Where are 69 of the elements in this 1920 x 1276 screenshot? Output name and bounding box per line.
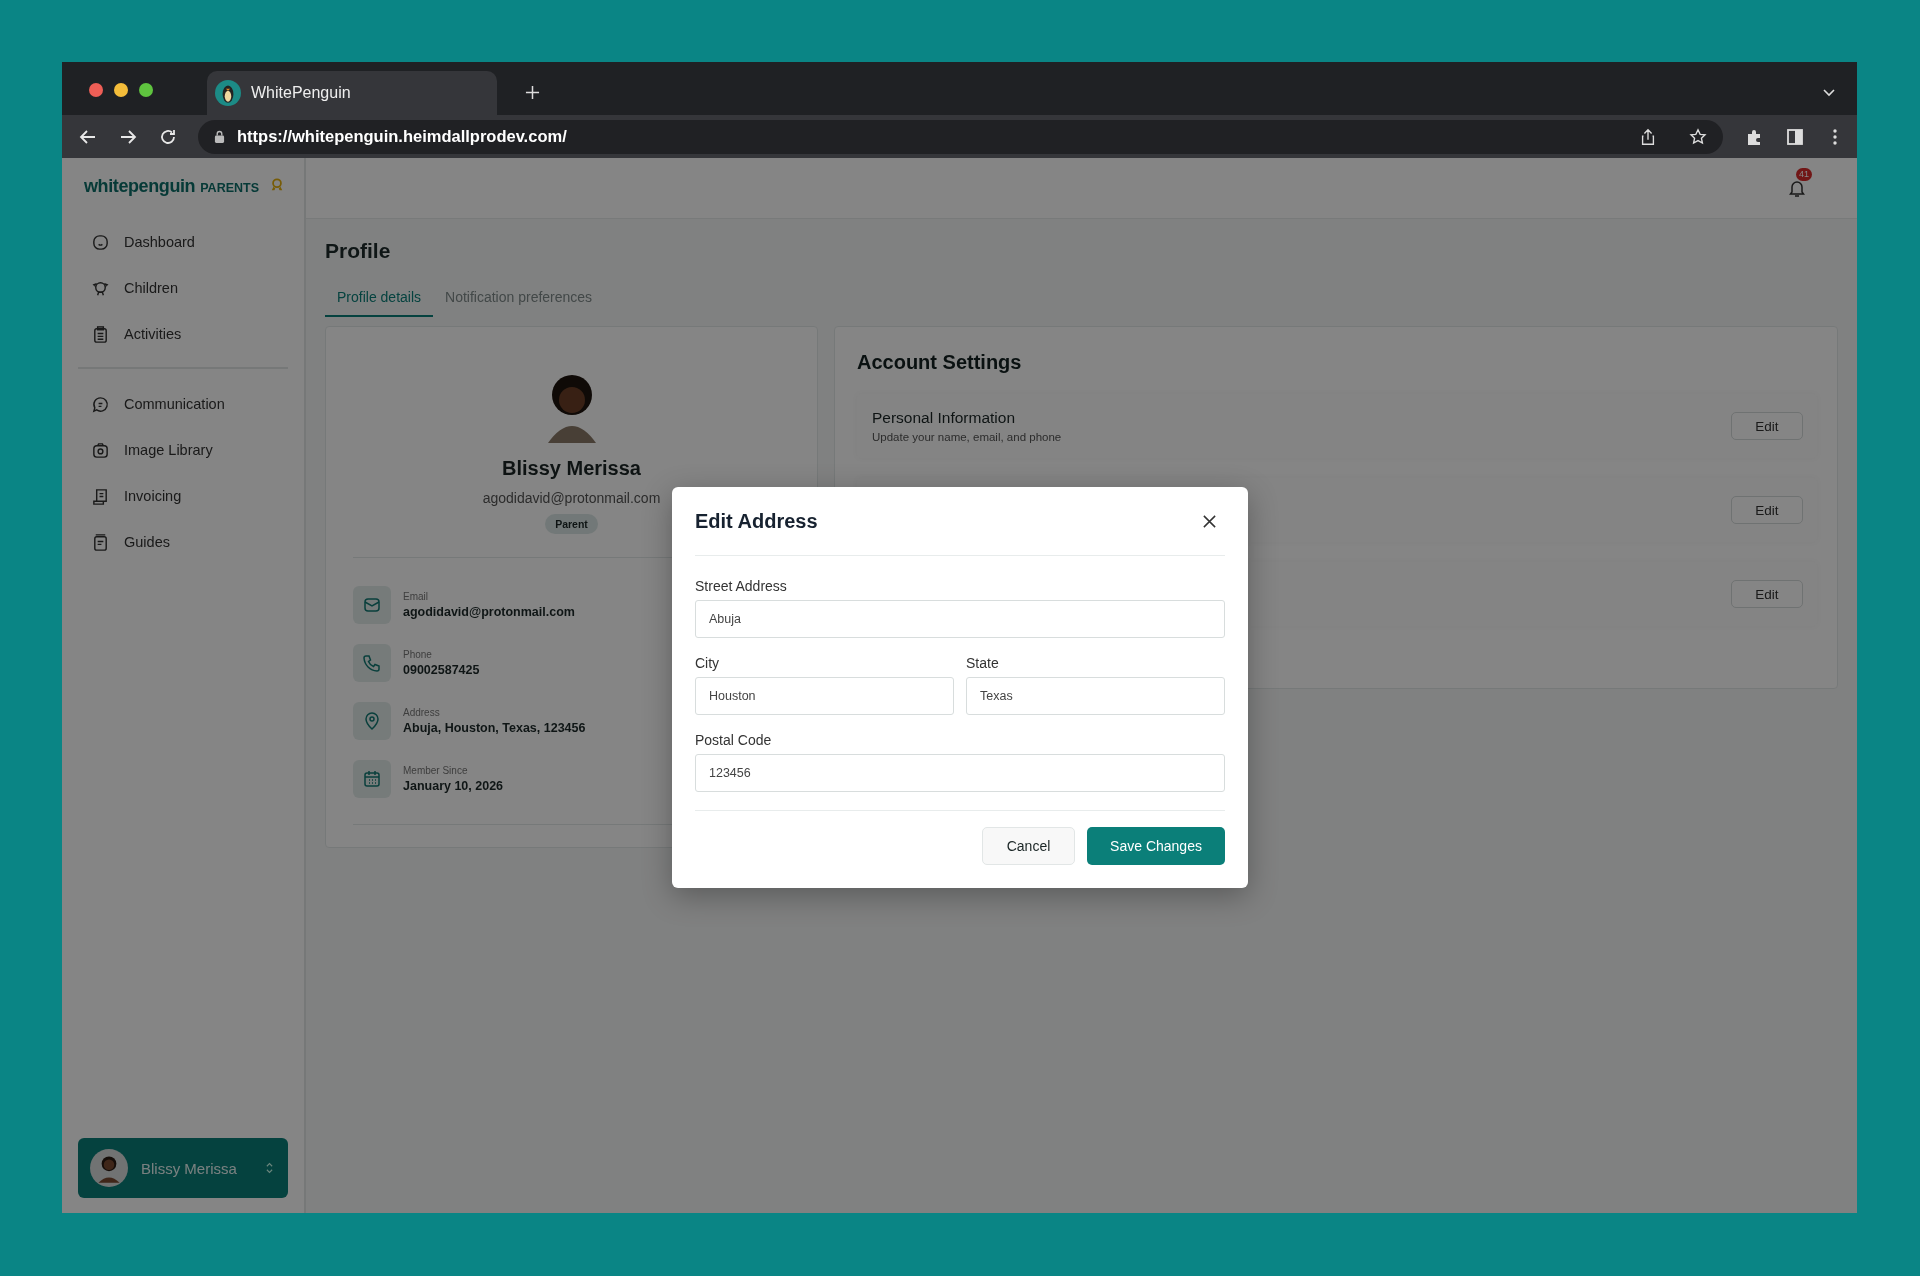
nav-item[interactable]: Invoicing [78, 473, 288, 519]
field-label: Street Address [695, 578, 788, 594]
nav-item[interactable]: Image Library [78, 427, 288, 473]
envelope-icon [353, 586, 391, 624]
detail-value: Abuja, Houston, Texas, 123456 [403, 721, 586, 735]
nav-item[interactable]: Dashboard [78, 219, 288, 265]
address-bar[interactable]: https://whitepenguin.heimdallprodev.com/ [198, 119, 1723, 154]
star-icon[interactable] [1689, 127, 1707, 146]
input-field[interactable]: 123456 [695, 754, 1225, 792]
minimize-window-icon[interactable] [114, 83, 128, 97]
detail-value: January 10, 2026 [403, 779, 504, 793]
clipboard-icon [91, 324, 110, 344]
settings-subtitle: Update your name, email, and phone [872, 431, 1063, 443]
notification-count: 41 [1796, 168, 1812, 181]
profile-email: agodidavid@protonmail.com [482, 490, 661, 506]
section-title: Account Settings [857, 351, 1023, 374]
role-badge: Parent [545, 514, 598, 534]
tab[interactable]: Notification preferences [433, 281, 605, 317]
dialog-title: Edit Address [695, 509, 818, 533]
nav-item[interactable]: Communication [78, 381, 288, 427]
detail-value: 09002587425 [403, 663, 480, 677]
url-text: https://whitepenguin.heimdallprodev.com/ [237, 127, 567, 146]
medal-icon [270, 178, 284, 192]
detail-value: agodidavid@protonmail.com [403, 605, 575, 619]
input-field[interactable]: Texas [966, 677, 1225, 715]
face-icon [91, 232, 110, 252]
side-panel-icon[interactable] [1785, 126, 1805, 147]
save-button[interactable]: Save Changes [1087, 827, 1225, 865]
share-icon[interactable] [1639, 127, 1657, 146]
field-label: Postal Code [695, 732, 773, 748]
bell-icon[interactable] [1787, 178, 1807, 198]
detail-label: Email [403, 591, 429, 602]
phone-icon [353, 644, 391, 682]
detail-label: Phone [403, 649, 433, 660]
edit-button[interactable]: Edit [1731, 580, 1803, 608]
location-pin-icon [353, 702, 391, 740]
camera-icon [91, 440, 110, 460]
settings-title: Personal Information [872, 409, 1017, 427]
book-icon [91, 532, 110, 552]
zoom-window-icon[interactable] [139, 83, 153, 97]
detail-label: Address [403, 707, 441, 718]
close-window-icon[interactable] [89, 83, 103, 97]
close-icon[interactable] [1202, 513, 1217, 529]
lock-icon [214, 130, 225, 143]
input-field[interactable]: Abuja [695, 600, 1225, 638]
tab[interactable]: Profile details [325, 281, 434, 317]
nav-item[interactable]: Activities [78, 311, 288, 357]
cancel-button[interactable]: Cancel [982, 827, 1075, 865]
sort-arrows-icon [265, 1161, 274, 1175]
penguin-icon [215, 80, 241, 106]
logo-text: whitepenguin [84, 176, 196, 197]
edit-button[interactable]: Edit [1731, 496, 1803, 524]
edit-button[interactable]: Edit [1731, 412, 1803, 440]
field-label: City [695, 655, 721, 671]
receipt-icon [91, 486, 110, 506]
profile-name: Blissy Merissa [502, 457, 641, 480]
avatar-icon [90, 1149, 128, 1187]
detail-label: Member Since [403, 765, 469, 776]
calendar-icon [353, 760, 391, 798]
user-switcher[interactable]: Blissy Merissa [78, 1138, 288, 1198]
field-label: State [966, 655, 1000, 671]
chat-icon [91, 394, 110, 414]
new-tab-icon[interactable] [525, 85, 540, 100]
browser-tab[interactable]: WhitePenguin [207, 71, 497, 115]
nav-item[interactable]: Children [78, 265, 288, 311]
input-field[interactable]: Houston [695, 677, 954, 715]
page-title: Profile [325, 239, 392, 264]
logo-suffix: PARENTS [200, 181, 259, 195]
nav-item[interactable]: Guides [78, 519, 288, 565]
